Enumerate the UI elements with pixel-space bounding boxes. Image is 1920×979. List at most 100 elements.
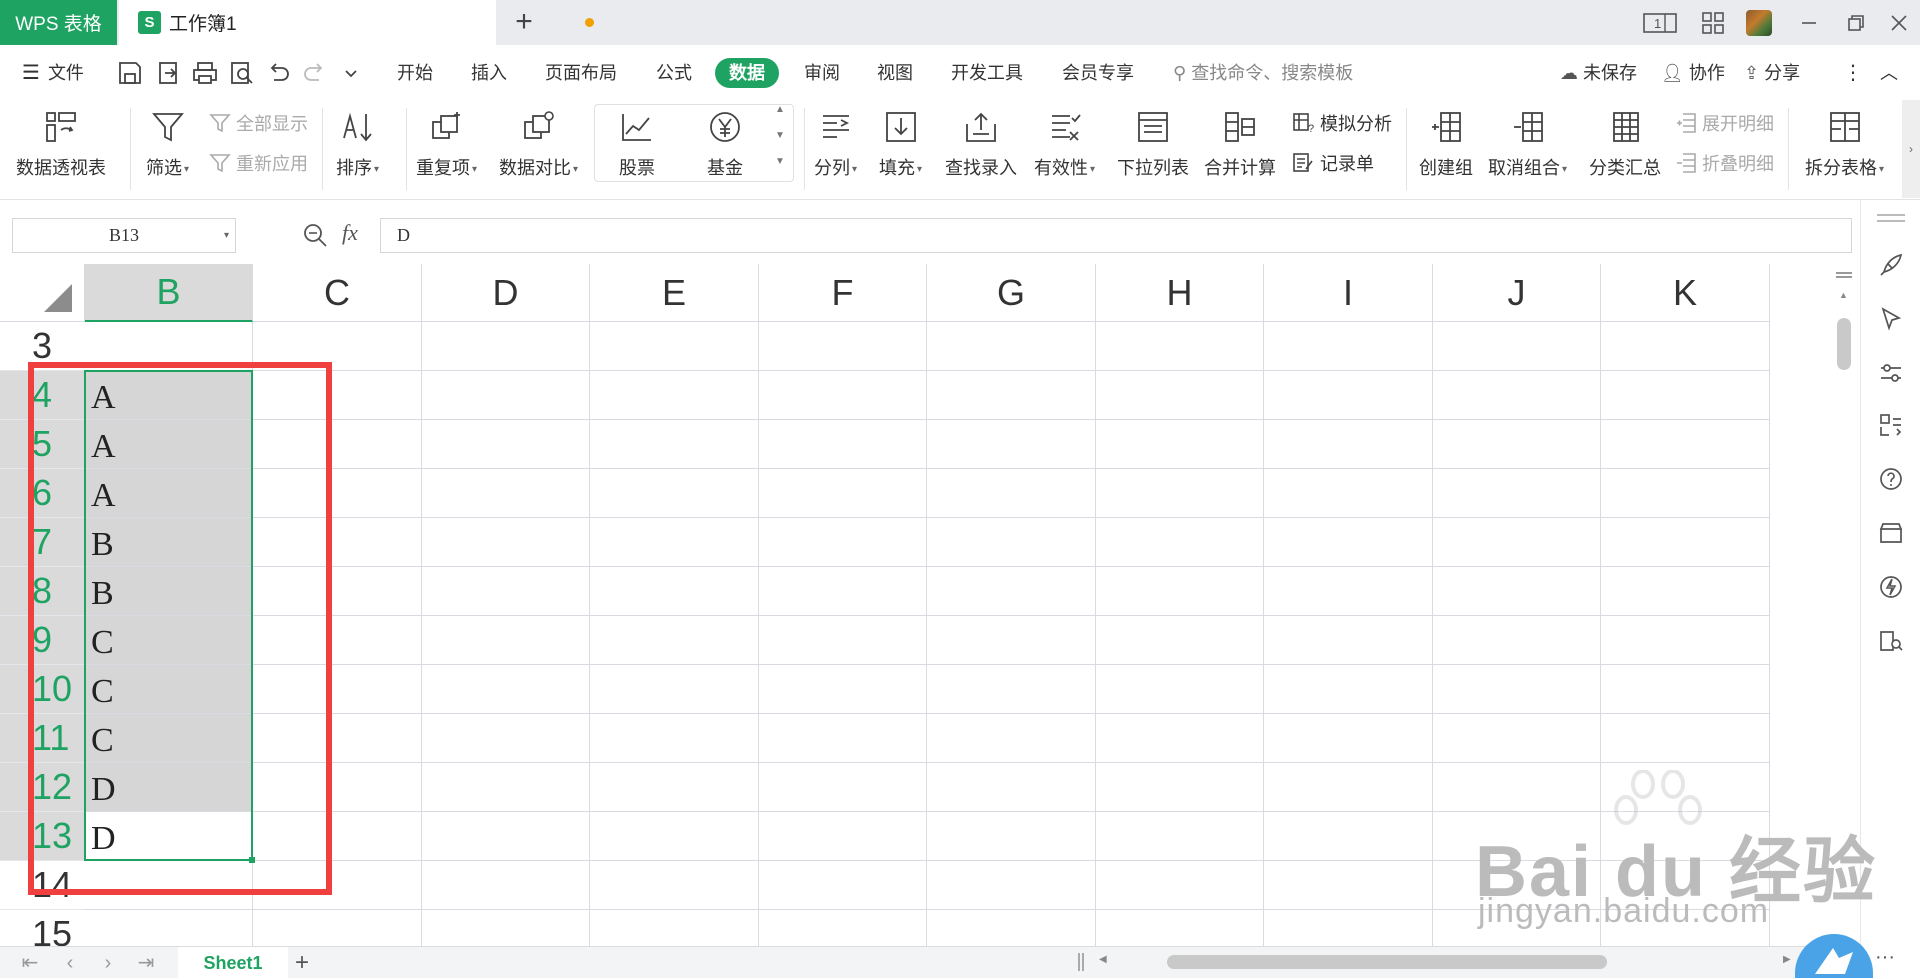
cell-g5[interactable] <box>927 420 1096 469</box>
cell-g12[interactable] <box>927 763 1096 812</box>
duplicates-button[interactable]: 重复项 ▾ <box>416 106 477 180</box>
cell-k9[interactable] <box>1601 616 1770 665</box>
menu-item-view[interactable]: 视图 <box>877 58 913 88</box>
cell-j10[interactable] <box>1433 665 1601 714</box>
cell-f8[interactable] <box>759 567 927 616</box>
cell-i4[interactable] <box>1264 371 1433 420</box>
data-compare-button[interactable]: 数据对比 ▾ <box>499 106 578 180</box>
cell-k6[interactable] <box>1601 469 1770 518</box>
split-table-button[interactable]: 拆分表格 ▾ <box>1805 106 1884 180</box>
ungroup-button[interactable]: 取消组合 ▾ <box>1488 106 1567 180</box>
cell-i6[interactable] <box>1264 469 1433 518</box>
cell-h4[interactable] <box>1096 371 1264 420</box>
sort-button[interactable]: 排序 ▾ <box>336 106 379 180</box>
sliders-icon[interactable] <box>1878 360 1904 386</box>
menu-item-developer[interactable]: 开发工具 <box>951 58 1023 88</box>
expand-detail-button[interactable]: 展开明细 <box>1674 110 1774 136</box>
export-icon[interactable] <box>156 60 182 86</box>
gallery-down-icon[interactable]: ▼ <box>775 130 785 141</box>
cell-k5[interactable] <box>1601 420 1770 469</box>
cell-j11[interactable] <box>1433 714 1601 763</box>
table-transfer-icon[interactable] <box>1878 412 1904 438</box>
menu-item-member[interactable]: 会员专享 <box>1062 58 1134 88</box>
cell-i5[interactable] <box>1264 420 1433 469</box>
cell-k10[interactable] <box>1601 665 1770 714</box>
reading-mode-icon[interactable]: 1 <box>1642 10 1678 36</box>
cell-i15[interactable] <box>1264 910 1433 946</box>
cell-g10[interactable] <box>927 665 1096 714</box>
collapse-detail-button[interactable]: 折叠明细 <box>1674 150 1774 176</box>
cell-g15[interactable] <box>927 910 1096 946</box>
cell-e4[interactable] <box>590 371 759 420</box>
cell-h3[interactable] <box>1096 322 1264 371</box>
gallery-more-icon[interactable]: ▼ <box>775 156 785 167</box>
menu-item-home[interactable]: 开始 <box>397 58 433 88</box>
cell-e6[interactable] <box>590 469 759 518</box>
cell-e12[interactable] <box>590 763 759 812</box>
insert-function-button[interactable]: fx <box>342 220 358 246</box>
column-header-h[interactable]: H <box>1096 264 1264 322</box>
close-icon[interactable] <box>1886 10 1912 36</box>
cell-g13[interactable] <box>927 812 1096 861</box>
cell-e14[interactable] <box>590 861 759 910</box>
cell-f5[interactable] <box>759 420 927 469</box>
cell-d13[interactable] <box>422 812 590 861</box>
lookup-entry-button[interactable]: 查找录入 <box>945 106 1017 180</box>
menu-item-data[interactable]: 数据 <box>715 58 779 88</box>
cell-d10[interactable] <box>422 665 590 714</box>
grid-apps-icon[interactable] <box>1700 10 1726 36</box>
more-options-icon[interactable]: ⋮ <box>1843 58 1863 88</box>
cell-d9[interactable] <box>422 616 590 665</box>
cell-d12[interactable] <box>422 763 590 812</box>
cell-f9[interactable] <box>759 616 927 665</box>
cell-i14[interactable] <box>1264 861 1433 910</box>
column-header-i[interactable]: I <box>1264 264 1433 322</box>
split-column-button[interactable]: 分列 ▾ <box>814 106 857 180</box>
cell-d4[interactable] <box>422 371 590 420</box>
cell-g9[interactable] <box>927 616 1096 665</box>
cell-h15[interactable] <box>1096 910 1264 946</box>
record-form-button[interactable]: 记录单 <box>1292 150 1374 176</box>
menu-item-page-layout[interactable]: 页面布局 <box>545 58 617 88</box>
cell-e5[interactable] <box>590 420 759 469</box>
cell-e3[interactable] <box>590 322 759 371</box>
cell-e8[interactable] <box>590 567 759 616</box>
redo-icon[interactable] <box>302 60 328 86</box>
command-search[interactable]: ⚲ 查找命令、搜索模板 <box>1173 58 1353 88</box>
add-sheet-button[interactable]: + <box>290 951 314 975</box>
menu-item-insert[interactable]: 插入 <box>471 58 507 88</box>
print-preview-icon[interactable] <box>229 60 255 86</box>
more-dots-icon[interactable]: ··· <box>1875 946 1895 969</box>
cell-f6[interactable] <box>759 469 927 518</box>
cell-d3[interactable] <box>422 322 590 371</box>
cell-d7[interactable] <box>422 518 590 567</box>
restore-icon[interactable] <box>1843 10 1869 36</box>
next-sheet-icon[interactable]: › <box>96 951 120 975</box>
cell-j3[interactable] <box>1433 322 1601 371</box>
subtotal-button[interactable]: 分类汇总 <box>1589 106 1661 180</box>
filter-button[interactable]: 筛选 ▾ <box>146 106 189 180</box>
cell-k8[interactable] <box>1601 567 1770 616</box>
cell-f10[interactable] <box>759 665 927 714</box>
ribbon-scroll-right-icon[interactable]: › <box>1902 100 1920 198</box>
reapply-button[interactable]: 重新应用 <box>208 150 308 176</box>
create-group-button[interactable]: 创建组 <box>1419 106 1473 180</box>
minimize-icon[interactable] <box>1796 10 1822 36</box>
quick-access-dropdown-icon[interactable] <box>342 60 360 86</box>
horizontal-scroll-thumb[interactable] <box>1167 955 1607 969</box>
column-header-g[interactable]: G <box>927 264 1096 322</box>
cell-k7[interactable] <box>1601 518 1770 567</box>
cell-j5[interactable] <box>1433 420 1601 469</box>
what-if-analysis-button[interactable]: ? 模拟分析 <box>1292 110 1392 136</box>
cell-d15[interactable] <box>422 910 590 946</box>
cell-d6[interactable] <box>422 469 590 518</box>
cell-g7[interactable] <box>927 518 1096 567</box>
cell-j7[interactable] <box>1433 518 1601 567</box>
column-header-b[interactable]: B <box>85 264 253 322</box>
app-tab[interactable]: WPS 表格 <box>0 0 117 45</box>
consolidate-button[interactable]: 合并计算 <box>1204 106 1276 180</box>
lightning-icon[interactable] <box>1878 574 1904 600</box>
cell-f4[interactable] <box>759 371 927 420</box>
cell-f14[interactable] <box>759 861 927 910</box>
formula-input[interactable]: D <box>380 218 1852 253</box>
